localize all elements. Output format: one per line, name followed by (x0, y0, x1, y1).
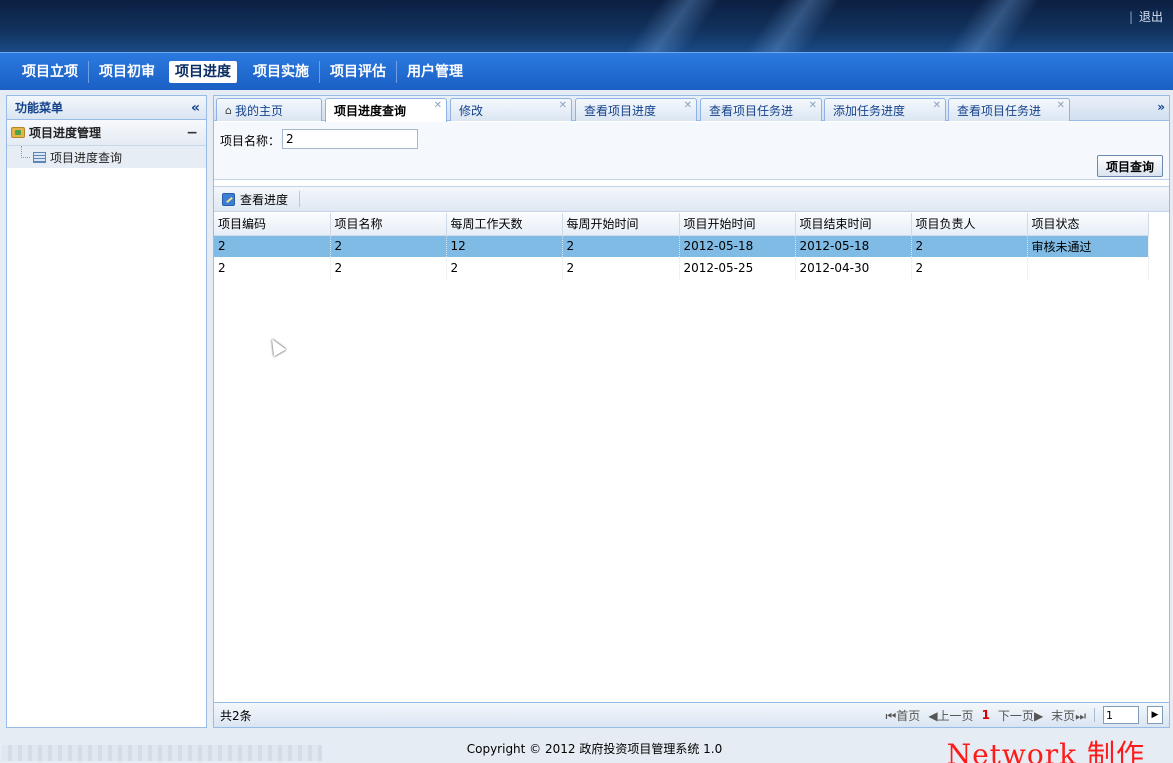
table-cell: 2012-05-18 (795, 235, 912, 257)
edit-icon[interactable] (222, 192, 235, 206)
tab-progress-query[interactable]: 项目进度查询 ✕ (325, 98, 447, 122)
table-cell: 2 (562, 257, 680, 279)
banner-decoration (710, 0, 870, 52)
last-page-link[interactable]: 末页⏭ (1051, 707, 1086, 724)
column-header[interactable]: 项目负责人 (911, 213, 1028, 236)
table-row[interactable]: 2 2 12 2 2012-05-18 2012-05-18 2 审核未通过 (214, 235, 1149, 257)
table-cell: 2 (562, 235, 680, 257)
logout-area: | 退出 (1129, 8, 1163, 25)
total-count: 共2条 (220, 708, 252, 723)
tab-label: 查看项目任务进 (709, 103, 794, 118)
column-header[interactable]: 每周工作天数 (446, 213, 563, 236)
search-form: 项目名称： 项目查询 (214, 122, 1169, 180)
table-cell: 2 (214, 257, 331, 279)
sidebar-group-progress-management[interactable]: 项目进度管理 − (7, 120, 206, 146)
current-page: 1 (981, 708, 990, 722)
toolbar-separator (299, 191, 301, 207)
nav-item-project-implementation[interactable]: 项目实施 (243, 61, 319, 83)
table-cell: 审核未通过 (1027, 235, 1149, 257)
home-icon: ⌂ (225, 103, 232, 117)
go-page-icon[interactable]: ▶ (1147, 706, 1163, 724)
close-icon[interactable]: ✕ (559, 100, 567, 111)
nav-item-user-management[interactable]: 用户管理 (396, 61, 473, 83)
tab-label: 查看项目任务进 (957, 103, 1042, 118)
column-header[interactable]: 项目名称 (330, 213, 447, 236)
sidebar: 功能菜单 « 项目进度管理 − 项目进度查询 (6, 95, 207, 728)
tab-add-task-progress[interactable]: 添加任务进度 ✕ (824, 98, 946, 121)
tab-label: 项目进度查询 (334, 104, 407, 118)
nav-item-preliminary-review[interactable]: 项目初审 (88, 61, 165, 83)
top-banner: | 退出 (0, 0, 1173, 52)
tab-scroll-icon[interactable]: » (1157, 100, 1165, 114)
watermark-text: Network 制作 (946, 738, 1145, 763)
close-icon[interactable]: ✕ (1057, 100, 1065, 111)
next-page-link[interactable]: 下一页▶ (998, 707, 1043, 724)
sidebar-group-label: 项目进度管理 (29, 126, 102, 140)
grid-icon (33, 151, 46, 163)
sidebar-item-label: 项目进度查询 (50, 150, 123, 165)
collapse-group-icon[interactable]: − (186, 125, 198, 141)
column-header[interactable]: 项目状态 (1027, 213, 1149, 236)
nav-item-project-initiation[interactable]: 项目立项 (12, 61, 88, 83)
project-name-label: 项目名称： (220, 134, 281, 148)
close-icon[interactable]: ✕ (434, 100, 442, 111)
collapse-icon[interactable]: « (191, 100, 200, 116)
table-cell: 2 (911, 257, 1028, 279)
table-cell: 2 (330, 235, 447, 257)
tab-view-task-progress-2[interactable]: 查看项目任务进 ✕ (948, 98, 1070, 121)
folder-icon (11, 127, 25, 138)
page-number-input[interactable] (1103, 706, 1139, 724)
pager-separator (1094, 708, 1095, 722)
tab-view-task-progress[interactable]: 查看项目任务进 ✕ (700, 98, 822, 121)
main-nav: 项目立项 项目初审 项目进度 项目实施 项目评估 用户管理 (0, 52, 1173, 90)
table-row[interactable]: 2 2 2 2 2012-05-25 2012-04-30 2 (214, 257, 1149, 279)
table-cell: 2012-05-18 (679, 235, 796, 257)
table-cell: 2 (330, 257, 447, 279)
prev-page-link[interactable]: ◀上一页 (928, 707, 973, 724)
logout-link[interactable]: 退出 (1139, 10, 1163, 24)
tab-home[interactable]: ⌂ 我的主页 (216, 98, 322, 121)
content-panel: ⌂ 我的主页 项目进度查询 ✕ 修改 ✕ 查看项目进度 ✕ 查看项目任务进 ✕ … (213, 95, 1170, 728)
table-cell: 12 (446, 235, 563, 257)
pagination: ⏮首页 ◀上一页 1 下一页▶ 末页⏭ ▶ (885, 706, 1163, 724)
tab-strip: ⌂ 我的主页 项目进度查询 ✕ 修改 ✕ 查看项目进度 ✕ 查看项目任务进 ✕ … (214, 96, 1169, 122)
sidebar-header: 功能菜单 « (7, 96, 206, 120)
table-cell (1027, 257, 1149, 279)
table-cell: 2 (446, 257, 563, 279)
column-header[interactable]: 每周开始时间 (562, 213, 680, 236)
close-icon[interactable]: ✕ (809, 100, 817, 111)
table-cell: 2012-04-30 (795, 257, 912, 279)
grid-toolbar: 查看进度 (214, 186, 1169, 212)
view-progress-button[interactable]: 查看进度 (240, 191, 288, 208)
tab-label: 我的主页 (234, 103, 283, 118)
tab-label: 查看项目进度 (584, 103, 657, 118)
first-page-link[interactable]: ⏮首页 (885, 707, 920, 724)
mouse-cursor-icon (265, 335, 287, 357)
table-cell: 2012-05-25 (679, 257, 796, 279)
sidebar-title: 功能菜单 (15, 101, 64, 115)
column-header[interactable]: 项目编码 (214, 213, 331, 236)
project-query-button[interactable]: 项目查询 (1097, 155, 1163, 177)
tab-edit[interactable]: 修改 ✕ (450, 98, 572, 121)
close-icon[interactable]: ✕ (933, 100, 941, 111)
column-header[interactable]: 项目开始时间 (679, 213, 796, 236)
project-name-input[interactable] (282, 129, 418, 149)
table-cell: 2 (214, 235, 331, 257)
sidebar-item-progress-query[interactable]: 项目进度查询 (7, 146, 206, 168)
close-icon[interactable]: ✕ (684, 100, 692, 111)
column-header[interactable]: 项目结束时间 (795, 213, 912, 236)
tab-label: 添加任务进度 (833, 103, 906, 118)
nav-item-project-evaluation[interactable]: 项目评估 (319, 61, 396, 83)
table-cell: 2 (911, 235, 1028, 257)
grid-footer: 共2条 ⏮首页 ◀上一页 1 下一页▶ 末页⏭ ▶ (214, 702, 1169, 727)
nav-item-project-progress[interactable]: 项目进度 (169, 61, 237, 83)
grid-header-row: 项目编码 项目名称 每周工作天数 每周开始时间 项目开始时间 项目结束时间 项目… (214, 213, 1149, 236)
banner-decoration (910, 0, 1070, 52)
tab-view-progress[interactable]: 查看项目进度 ✕ (575, 98, 697, 121)
tab-label: 修改 (459, 103, 484, 118)
logout-separator: | (1128, 10, 1133, 24)
progress-grid: 项目编码 项目名称 每周工作天数 每周开始时间 项目开始时间 项目结束时间 项目… (214, 213, 1169, 357)
banner-decoration (590, 0, 750, 52)
